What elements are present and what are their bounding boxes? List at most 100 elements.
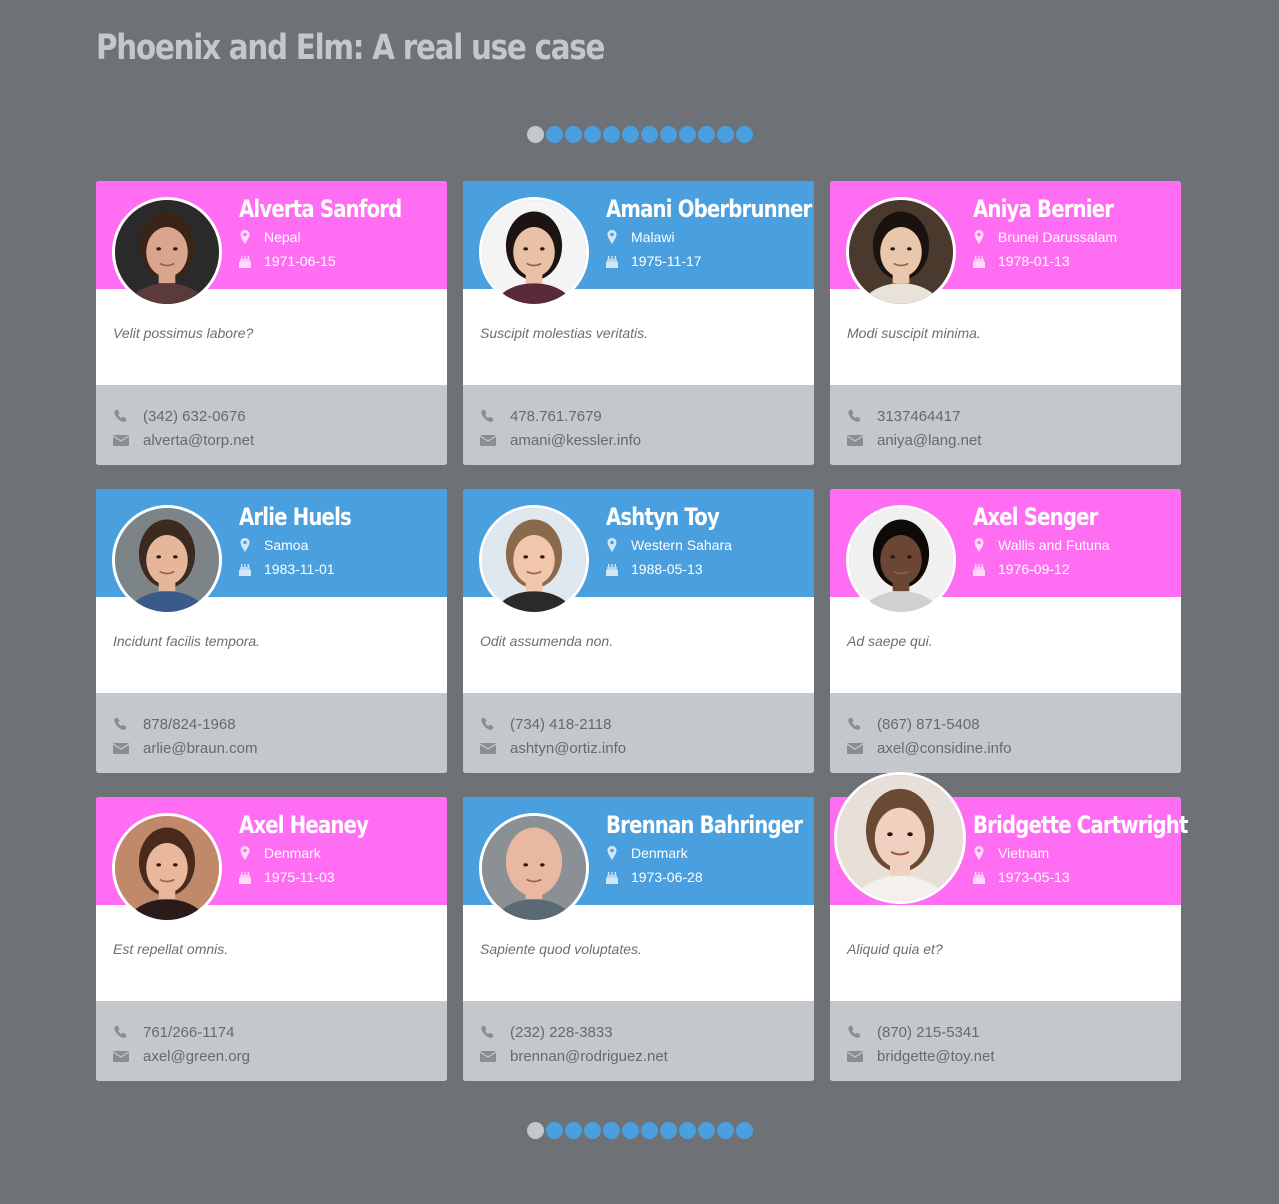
contact-card[interactable]: Amani Oberbrunner Malawi 1975-11-17 Suscipi… — [463, 181, 814, 465]
page-dot[interactable] — [622, 126, 639, 143]
location-row: Vietnam — [973, 845, 1049, 861]
contact-name: Ashtyn Toy — [606, 503, 720, 531]
card-header: Ashtyn Toy Western Sahara 1988-05-13 — [463, 489, 814, 615]
contact-grid: Alverta Sanford Nepal 1971-06-15 Velit poss… — [96, 181, 1188, 1081]
contact-card[interactable]: Ashtyn Toy Western Sahara 1988-05-13 Odit a… — [463, 489, 814, 773]
contact-info: (734) 418-2118 ashtyn@ortiz.info — [463, 693, 814, 773]
birth-date-text: 1973-05-13 — [998, 869, 1070, 885]
birth-date-text: 1975-11-17 — [631, 253, 702, 269]
email-row: ashtyn@ortiz.info — [480, 736, 814, 760]
contact-info: (342) 632-0676 alverta@torp.net — [96, 385, 447, 465]
phone-row: 761/266-1174 — [113, 1020, 447, 1044]
phone-row: 3137464417 — [847, 404, 1181, 428]
contact-name: Arlie Huels — [239, 503, 352, 531]
page-dot[interactable] — [736, 126, 753, 143]
phone-text[interactable]: 761/266-1174 — [143, 1024, 234, 1041]
contact-card[interactable]: Brennan Bahringer Denmark 1973-06-28 Sapien… — [463, 797, 814, 1081]
page-dot[interactable] — [698, 126, 715, 143]
location-row: Western Sahara — [606, 537, 732, 553]
page-dot[interactable] — [546, 126, 563, 143]
email-text[interactable]: alverta@torp.net — [143, 432, 254, 449]
location-text: Malawi — [631, 229, 675, 245]
contact-info: 478.761.7679 amani@kessler.info — [463, 385, 814, 465]
contact-card[interactable]: Arlie Huels Samoa 1983-11-01 Incidunt facil… — [96, 489, 447, 773]
map-marker-icon — [606, 538, 618, 552]
phone-icon — [480, 409, 496, 423]
contact-card[interactable]: Axel Senger Wallis and Futuna 1976-09-12 Ad… — [830, 489, 1181, 773]
contact-name: Aniya Bernier — [973, 195, 1114, 223]
page-dot[interactable] — [698, 1122, 715, 1139]
phone-text[interactable]: 878/824-1968 — [143, 716, 236, 733]
envelope-icon — [847, 1049, 863, 1063]
email-text[interactable]: axel@green.org — [143, 1048, 250, 1065]
email-text[interactable]: aniya@lang.net — [877, 432, 981, 449]
envelope-icon — [480, 741, 496, 755]
phone-text[interactable]: (232) 228-3833 — [510, 1024, 613, 1041]
contact-card[interactable]: Alverta Sanford Nepal 1971-06-15 Velit poss… — [96, 181, 447, 465]
phone-text[interactable]: (867) 871-5408 — [877, 716, 980, 733]
email-text[interactable]: bridgette@toy.net — [877, 1048, 995, 1065]
card-header: Bridgette Cartwright Vietnam 1973-05-13 — [830, 772, 1188, 905]
location-row: Wallis and Futuna — [973, 537, 1110, 553]
page-dot[interactable] — [603, 1122, 620, 1139]
page-dot[interactable] — [584, 1122, 601, 1139]
phone-icon — [113, 1025, 129, 1039]
email-text[interactable]: brennan@rodriguez.net — [510, 1048, 668, 1065]
contact-card[interactable]: Bridgette Cartwright Vietnam 1973-05-13 Ali… — [830, 772, 1188, 1081]
birthday-cake-icon — [606, 562, 618, 576]
page-dot[interactable] — [584, 126, 601, 143]
contact-name: Amani Oberbrunner — [606, 195, 812, 223]
contact-info: 3137464417 aniya@lang.net — [830, 385, 1181, 465]
page-dot[interactable] — [679, 1122, 696, 1139]
email-text[interactable]: amani@kessler.info — [510, 432, 641, 449]
page-dot[interactable] — [603, 126, 620, 143]
page-dot[interactable] — [717, 126, 734, 143]
contact-name: Alverta Sanford — [239, 195, 402, 223]
page-dot[interactable] — [660, 126, 677, 143]
page-dot[interactable] — [546, 1122, 563, 1139]
location-text: Denmark — [264, 845, 321, 861]
email-text[interactable]: arlie@braun.com — [143, 740, 257, 757]
page-dot[interactable] — [527, 1122, 544, 1139]
location-row: Samoa — [239, 537, 308, 553]
birth-date-row: 1978-01-13 — [973, 253, 1070, 269]
phone-row: 478.761.7679 — [480, 404, 814, 428]
page-dot[interactable] — [641, 126, 658, 143]
page-dot[interactable] — [622, 1122, 639, 1139]
phone-icon — [847, 1025, 863, 1039]
phone-text[interactable]: 478.761.7679 — [510, 408, 602, 425]
page-dot[interactable] — [527, 126, 544, 143]
card-header: Alverta Sanford Nepal 1971-06-15 — [96, 181, 447, 307]
contact-card[interactable]: Axel Heaney Denmark 1975-11-03 Est repellat… — [96, 797, 447, 1081]
envelope-icon — [480, 1049, 496, 1063]
email-text[interactable]: ashtyn@ortiz.info — [510, 740, 626, 757]
birth-date-text: 1978-01-13 — [998, 253, 1070, 269]
page-dot[interactable] — [565, 126, 582, 143]
contact-card[interactable]: Aniya Bernier Brunei Darussalam 1978-01-13… — [830, 181, 1181, 465]
avatar — [112, 197, 222, 307]
card-header: Brennan Bahringer Denmark 1973-06-28 — [463, 797, 814, 923]
page-dot[interactable] — [565, 1122, 582, 1139]
contact-info: (867) 871-5408 axel@considine.info — [830, 693, 1181, 773]
location-text: Wallis and Futuna — [998, 537, 1110, 553]
phone-icon — [480, 1025, 496, 1039]
page-dot[interactable] — [736, 1122, 753, 1139]
phone-text[interactable]: (734) 418-2118 — [510, 716, 611, 733]
contact-name: Axel Heaney — [239, 811, 369, 839]
page-dot[interactable] — [679, 126, 696, 143]
page-dot[interactable] — [717, 1122, 734, 1139]
contact-info: (870) 215-5341 bridgette@toy.net — [830, 1001, 1181, 1081]
birth-date-row: 1973-06-28 — [606, 869, 703, 885]
envelope-icon — [113, 433, 129, 447]
phone-text[interactable]: 3137464417 — [877, 408, 960, 425]
phone-icon — [847, 409, 863, 423]
phone-text[interactable]: (870) 215-5341 — [877, 1024, 980, 1041]
phone-icon — [113, 409, 129, 423]
email-row: amani@kessler.info — [480, 428, 814, 452]
page-dot[interactable] — [660, 1122, 677, 1139]
avatar — [112, 813, 222, 923]
email-text[interactable]: axel@considine.info — [877, 740, 1011, 757]
phone-text[interactable]: (342) 632-0676 — [143, 408, 246, 425]
birth-date-text: 1971-06-15 — [264, 253, 336, 269]
page-dot[interactable] — [641, 1122, 658, 1139]
